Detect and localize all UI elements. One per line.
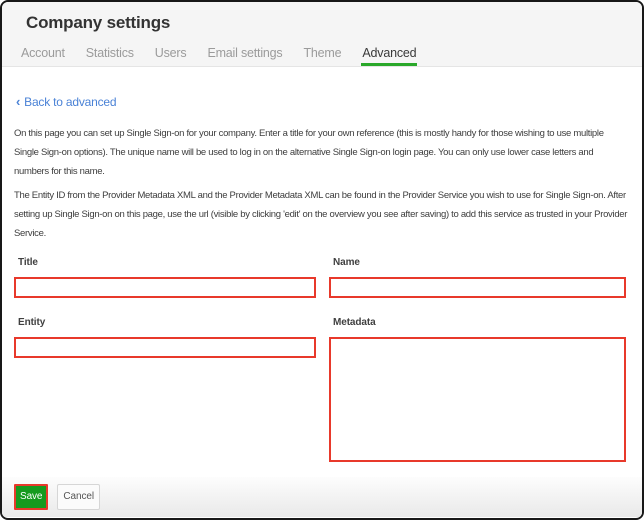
save-button[interactable]: Save — [14, 484, 49, 510]
page-title: Company settings — [26, 13, 171, 32]
back-to-advanced-link[interactable]: ‹ Back to advanced — [16, 94, 117, 109]
tab-email-settings[interactable]: Email settings — [206, 46, 283, 66]
title-label: Title — [18, 257, 38, 268]
entity-field-cell — [14, 337, 316, 358]
content-area: ‹ Back to advanced On this page you can s… — [2, 67, 642, 517]
tab-users[interactable]: Users — [154, 46, 188, 66]
footer-action-bar: Save Cancel — [2, 477, 642, 517]
entity-input[interactable] — [14, 337, 316, 358]
metadata-label: Metadata — [333, 317, 376, 328]
company-settings-window: Company settings Account Statistics User… — [0, 0, 644, 520]
entity-label: Entity — [18, 317, 46, 328]
tab-account[interactable]: Account — [20, 46, 66, 66]
title-input[interactable] — [14, 277, 316, 298]
intro-paragraph-1: On this page you can set up Single Sign-… — [14, 128, 604, 177]
tab-advanced[interactable]: Advanced — [361, 46, 418, 66]
tab-statistics[interactable]: Statistics — [85, 46, 135, 66]
tab-theme[interactable]: Theme — [302, 46, 342, 66]
intro-text: On this page you can set up Single Sign-… — [14, 124, 628, 243]
header: Company settings Account Statistics User… — [2, 2, 642, 67]
back-link-label: Back to advanced — [24, 95, 117, 109]
sso-form: Title Name Entity Metadata — [14, 257, 626, 462]
metadata-textarea[interactable] — [329, 337, 626, 462]
intro-paragraph-2: The Entity ID from the Provider Metadata… — [14, 190, 628, 239]
tab-bar: Account Statistics Users Email settings … — [20, 46, 642, 66]
name-label: Name — [333, 257, 360, 268]
name-input[interactable] — [329, 277, 626, 298]
chevron-left-icon: ‹ — [16, 94, 21, 109]
cancel-button[interactable]: Cancel — [57, 484, 100, 510]
